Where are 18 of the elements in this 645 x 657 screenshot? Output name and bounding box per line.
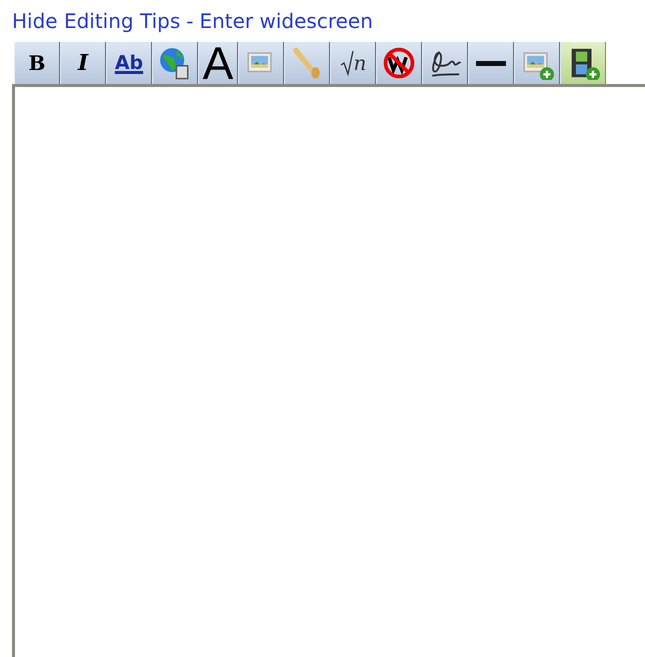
no-sign-icon	[382, 46, 416, 80]
link-button[interactable]: Ab	[106, 42, 152, 84]
widescreen-link[interactable]: Enter widescreen	[199, 9, 373, 33]
image-button[interactable]	[238, 42, 284, 84]
math-button[interactable]: n	[330, 42, 376, 84]
italic-button[interactable]: I	[60, 42, 106, 84]
line-button[interactable]	[468, 42, 514, 84]
radical-icon	[340, 48, 354, 78]
add-image-button[interactable]	[514, 42, 560, 84]
globe-button[interactable]	[152, 42, 198, 84]
nowiki-button[interactable]	[376, 42, 422, 84]
hide-tips-link[interactable]: Hide Editing Tips	[12, 9, 180, 33]
add-video-button[interactable]	[560, 42, 606, 84]
separator: -	[186, 9, 194, 33]
headline-button[interactable]: A	[198, 42, 238, 84]
bold-button[interactable]: B	[14, 42, 60, 84]
horn-button[interactable]	[284, 42, 330, 84]
signature-button[interactable]	[422, 42, 468, 84]
